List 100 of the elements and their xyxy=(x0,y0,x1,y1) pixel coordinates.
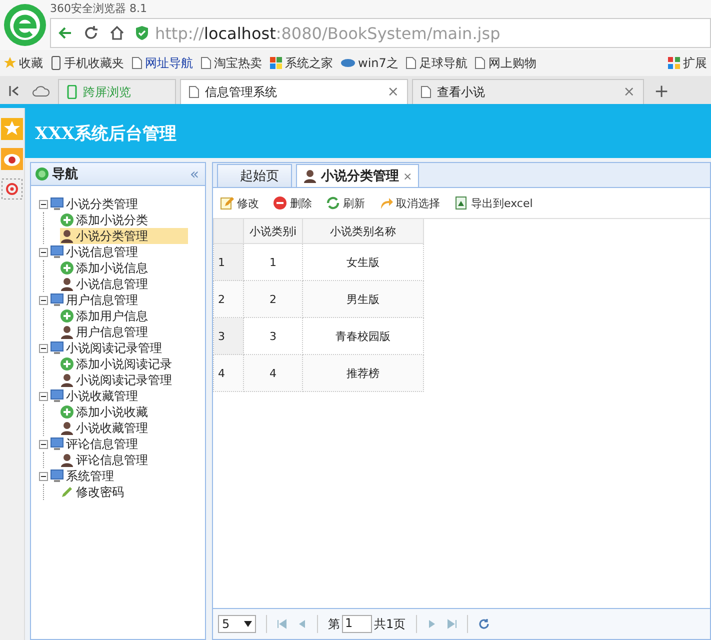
tree-group[interactable]: 系统管理 xyxy=(66,468,114,484)
expander-icon[interactable] xyxy=(39,296,48,304)
row-number: 3 xyxy=(214,318,244,354)
expander-icon[interactable] xyxy=(39,392,48,400)
toolbar-button[interactable]: 刷新 xyxy=(323,194,368,212)
add-icon xyxy=(60,357,74,371)
row-number: 2 xyxy=(214,280,244,318)
refresh-icon[interactable] xyxy=(478,618,490,630)
eye-icon[interactable] xyxy=(1,148,23,170)
tree-item[interactable]: 小说分类管理 xyxy=(60,228,188,244)
extensions-button[interactable]: 扩展 xyxy=(668,54,707,72)
page-icon xyxy=(201,57,211,69)
table-cell: 男生版 xyxy=(302,280,424,318)
tree-item[interactable]: 添加小说分类 xyxy=(60,212,152,228)
page-label: 第 xyxy=(328,616,340,632)
star-icon xyxy=(4,57,16,69)
content-tab[interactable]: 小说分类管理 × xyxy=(296,164,420,187)
user-icon xyxy=(303,169,317,183)
browser-tab[interactable]: 查看小说 × xyxy=(412,79,644,104)
computer-icon xyxy=(50,197,64,211)
export-icon xyxy=(454,196,468,210)
expander-icon[interactable] xyxy=(39,200,48,208)
page-size-select[interactable]: 5 xyxy=(218,615,256,633)
expander-icon[interactable] xyxy=(39,440,48,448)
sidebar-toggle-icon[interactable] xyxy=(8,85,20,97)
tree-item[interactable]: 修改密码 xyxy=(60,484,128,500)
tree-item[interactable]: 添加小说信息 xyxy=(60,260,152,276)
bookmark-item[interactable]: 网址导航 xyxy=(132,54,193,72)
tree-item[interactable]: 添加用户信息 xyxy=(60,308,152,324)
column-header[interactable]: 小说类别名称 xyxy=(302,219,424,244)
user-icon xyxy=(60,421,74,435)
panel-title: 导航 xyxy=(52,166,78,183)
add-icon xyxy=(60,405,74,419)
tree-item[interactable]: 用户信息管理 xyxy=(60,324,152,340)
bookmark-item[interactable]: 手机收藏夹 xyxy=(51,54,124,72)
toolbar-button[interactable]: 修改 xyxy=(217,194,262,212)
cloud-icon[interactable] xyxy=(32,85,50,97)
page-number-field[interactable]: 1 xyxy=(342,615,372,633)
close-tab-button[interactable]: × xyxy=(387,84,399,100)
user-icon xyxy=(60,453,74,467)
close-tab-button[interactable]: × xyxy=(623,84,635,100)
browser-logo-icon xyxy=(3,3,47,47)
bookmark-item[interactable]: 足球导航 xyxy=(406,54,468,72)
computer-icon xyxy=(50,437,64,451)
row-number: 4 xyxy=(214,354,244,392)
phone-icon xyxy=(67,85,77,99)
bookmark-item[interactable]: 网上购物 xyxy=(475,54,536,72)
computer-icon xyxy=(50,293,64,307)
tree-item[interactable]: 添加小说阅读记录 xyxy=(60,356,176,372)
content-tab[interactable]: 起始页 xyxy=(217,164,292,187)
toolbar-button[interactable]: 取消选择 xyxy=(376,194,443,212)
toolbar-button[interactable]: 导出到excel xyxy=(451,194,536,212)
bookmark-item[interactable]: 系统之家 xyxy=(270,54,333,72)
computer-icon xyxy=(50,341,64,355)
phone-icon xyxy=(51,56,61,70)
bookmark-item[interactable]: 收藏 xyxy=(4,54,43,72)
expander-icon[interactable] xyxy=(39,472,48,480)
delete-icon xyxy=(273,196,287,210)
user-icon xyxy=(60,277,74,291)
add-icon xyxy=(60,309,74,323)
browser-tab[interactable]: 信息管理系统 × xyxy=(180,79,408,104)
tree-item[interactable]: 小说阅读记录管理 xyxy=(60,372,176,388)
toolbar-button[interactable]: 删除 xyxy=(270,194,315,212)
page-total: 共1页 xyxy=(374,616,406,632)
edit-icon xyxy=(220,196,234,210)
row-number: 1 xyxy=(214,244,244,280)
bookmark-item[interactable]: 淘宝热卖 xyxy=(201,54,262,72)
table-cell: 2 xyxy=(244,280,302,318)
bookmark-item[interactable]: win7之 xyxy=(341,54,398,72)
grid-icon xyxy=(668,57,680,69)
tree-item[interactable]: 小说收藏管理 xyxy=(60,420,152,436)
computer-icon xyxy=(50,245,64,259)
tree-group[interactable]: 小说分类管理 xyxy=(66,196,138,212)
expander-icon[interactable] xyxy=(39,344,48,352)
window-title: 360安全浏览器 8.1 xyxy=(50,1,147,17)
expander-icon[interactable] xyxy=(39,248,48,256)
app-title: XXX系统后台管理 xyxy=(35,122,177,144)
column-header[interactable]: 小说类别i xyxy=(244,219,302,244)
computer-icon xyxy=(50,469,64,483)
user-icon xyxy=(60,229,74,243)
tree-group[interactable]: 评论信息管理 xyxy=(66,436,138,452)
table-cell: 推荐榜 xyxy=(302,354,424,392)
add-icon xyxy=(60,261,74,275)
page-icon xyxy=(189,86,199,98)
tree-group[interactable]: 小说信息管理 xyxy=(66,244,138,260)
windows-logo-icon xyxy=(270,57,282,69)
curved-arrow-icon xyxy=(379,196,393,210)
tree-group[interactable]: 用户信息管理 xyxy=(66,292,138,308)
add-icon xyxy=(60,213,74,227)
globe-icon xyxy=(35,167,49,181)
new-tab-button[interactable]: + xyxy=(648,81,676,104)
tree-item[interactable]: 小说信息管理 xyxy=(60,276,152,292)
close-tab-button[interactable]: × xyxy=(403,170,412,182)
table-cell: 4 xyxy=(244,354,302,392)
tree-group[interactable]: 小说阅读记录管理 xyxy=(66,340,162,356)
tree-item[interactable]: 评论信息管理 xyxy=(60,452,152,468)
tree-group[interactable]: 小说收藏管理 xyxy=(66,388,138,404)
page-icon xyxy=(475,57,486,69)
tree-item[interactable]: 添加小说收藏 xyxy=(60,404,152,420)
pencil-icon xyxy=(60,485,74,499)
